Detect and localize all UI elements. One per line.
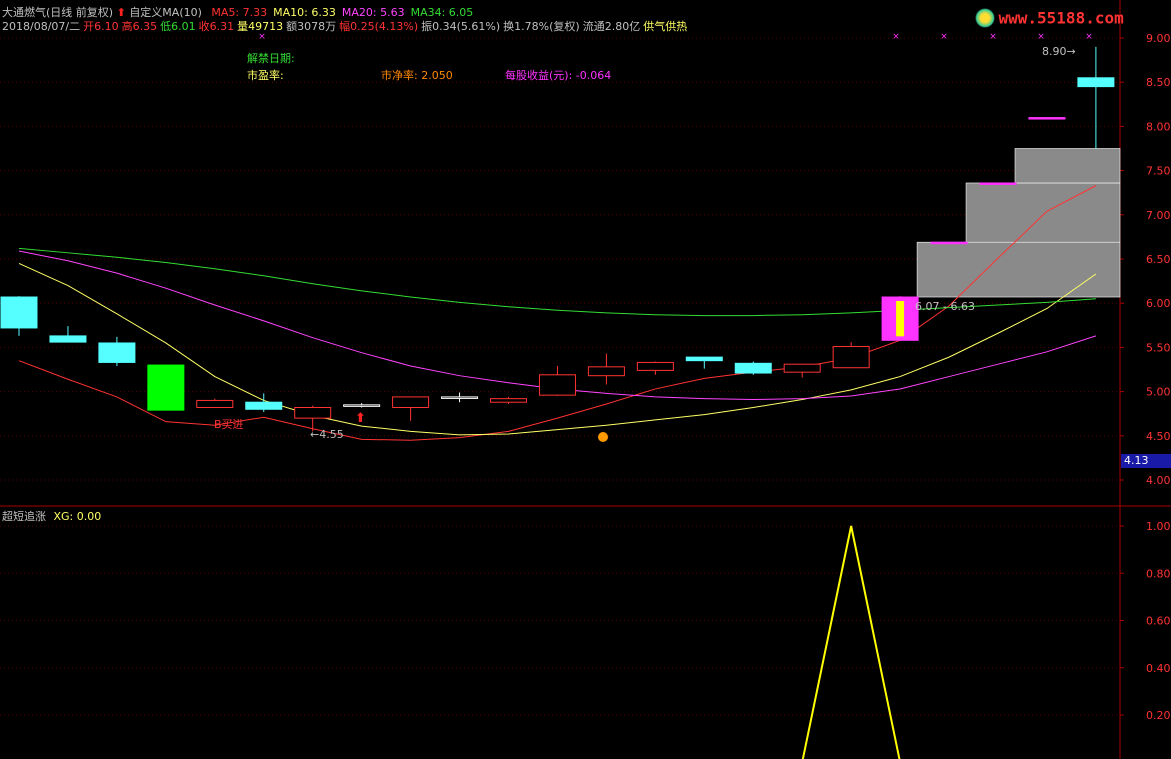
- range-label: 6.07 - 6.63: [915, 300, 975, 313]
- top-marker-icon: ×: [989, 32, 997, 42]
- candle-body: [196, 399, 234, 409]
- candle-body: [441, 396, 479, 399]
- quote-field: 供气供热: [643, 20, 688, 33]
- pb-label: 市净率: 2.050: [381, 69, 453, 82]
- y-tick-label: 9.00: [1146, 32, 1171, 45]
- quote-field: 换1.78%(复权): [503, 20, 580, 33]
- buy-arrow-icon: ⬆: [355, 411, 366, 426]
- top-marker-icon: ×: [1085, 32, 1093, 42]
- candle-body: [734, 362, 772, 374]
- candle-body: [587, 366, 625, 377]
- quote-field: 振0.34(5.61%): [421, 20, 501, 33]
- candle-inner-bar: [896, 301, 905, 337]
- indicator-value: XG: 0.00: [53, 510, 102, 523]
- quote-field: 高6.35: [121, 20, 158, 33]
- buy-signal-label: B买进: [214, 418, 244, 431]
- quote-field: 幅0.25(4.13%): [339, 20, 419, 33]
- unlock-date-label: 解禁日期:: [247, 52, 295, 65]
- indicator-line: [801, 525, 901, 759]
- high-price-label: 8.90→: [1042, 45, 1076, 58]
- quote-field: 开6.10: [83, 20, 119, 33]
- y-tick-label: 6.00: [1146, 297, 1171, 310]
- candle-body: [930, 241, 968, 245]
- y-tick-label: 5.50: [1146, 341, 1171, 354]
- candle-body: [490, 398, 527, 403]
- quote-field: 额3078万: [286, 20, 337, 33]
- current-price-tag: 4.13: [1121, 454, 1171, 468]
- candle-body: [49, 335, 87, 343]
- quote-field: 低6.01: [160, 20, 196, 33]
- quote-field: 2018/08/07/二: [2, 20, 81, 33]
- candle-body: [832, 346, 870, 369]
- site-logo: www.55188.com: [975, 8, 1124, 28]
- low-price-label: ←4.55: [310, 428, 344, 441]
- top-marker-icon: ×: [940, 32, 948, 42]
- y-tick-label: 0.80: [1146, 567, 1171, 580]
- resistance-box: [1014, 148, 1121, 184]
- candle-body: [98, 342, 136, 363]
- pe-label: 市盈率:: [247, 69, 284, 82]
- y-tick-label: 0.60: [1146, 615, 1171, 628]
- candle-body: [1077, 77, 1115, 88]
- candle-body: [343, 404, 381, 407]
- y-tick-label: 6.50: [1146, 253, 1171, 266]
- candle-body: [392, 396, 430, 409]
- candle-body: [685, 356, 723, 362]
- top-marker-icon: ×: [892, 32, 900, 42]
- stock-chart[interactable]: 9.00 8.50 8.00 7.50 7.00 6.50 6.00 5.50 5.00 4.50…: [0, 0, 1171, 759]
- y-tick-label: 8.50: [1146, 76, 1171, 89]
- site-watermark: www.55188.com: [998, 8, 1124, 28]
- y-tick-label: 0.40: [1146, 662, 1171, 675]
- y-tick-label: 1.00: [1146, 520, 1171, 533]
- candle-body: [294, 407, 332, 419]
- logo-swirl-icon: [975, 8, 995, 28]
- quote-field: 量49713: [237, 20, 284, 33]
- y-tick-label: 4.50: [1146, 430, 1171, 443]
- quote-line: 2018/08/07/二 开6.10 高6.35 低6.01 收6.31 量49713 额3…: [2, 18, 690, 34]
- candle-body: [538, 374, 576, 396]
- candle-body: [245, 401, 283, 410]
- y-tick-label: 0.20: [1146, 709, 1171, 722]
- candle-body: [0, 296, 38, 329]
- candle-body: [979, 182, 1017, 185]
- resistance-box: [965, 182, 1121, 243]
- y-tick-label: 4.00: [1146, 474, 1171, 487]
- candle-body: [1028, 117, 1066, 120]
- eps-label: 每股收益(元): -0.064: [505, 69, 612, 82]
- y-tick-label: 5.00: [1146, 386, 1171, 399]
- top-marker-icon: ×: [1037, 32, 1045, 42]
- quote-field: 流通2.80亿: [582, 20, 641, 33]
- candle-body: [147, 364, 185, 411]
- y-tick-label: 7.50: [1146, 165, 1171, 178]
- candle-body: [783, 363, 821, 373]
- y-tick-label: 8.00: [1146, 120, 1171, 133]
- quote-field: 收6.31: [198, 20, 235, 33]
- candle-body: [636, 361, 674, 371]
- resistance-box: [916, 241, 1121, 298]
- indicator-title: 超短追涨: [2, 510, 46, 523]
- fruit-marker-icon: [598, 432, 608, 442]
- y-tick-label: 7.00: [1146, 209, 1171, 222]
